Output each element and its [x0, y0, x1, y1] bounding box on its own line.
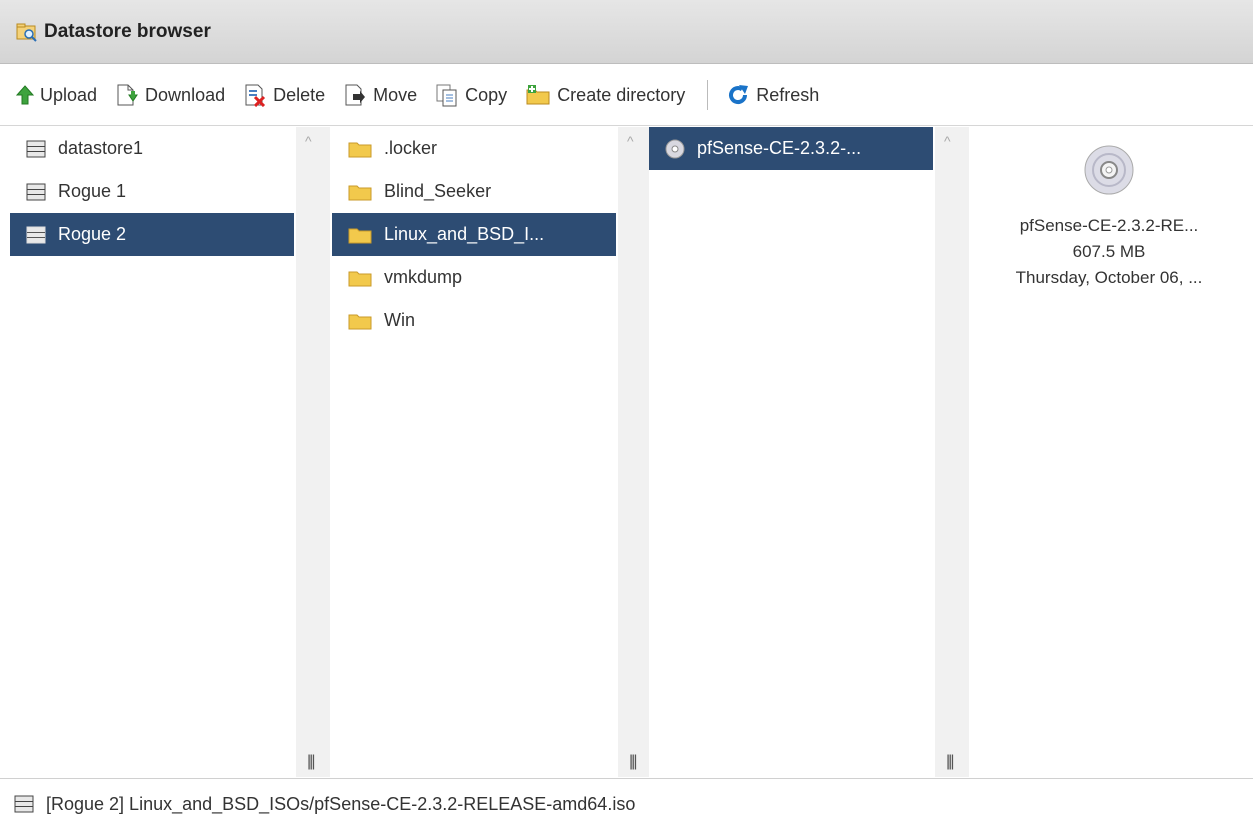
move-icon — [345, 84, 366, 106]
folder-item[interactable]: Win — [332, 299, 616, 342]
folder-item[interactable]: Blind_Seeker — [332, 170, 616, 213]
datastore-item[interactable]: datastore1 — [10, 127, 294, 170]
datastore-browser-icon — [16, 23, 37, 42]
folder-scrollbar[interactable]: ^ ||| — [618, 127, 652, 777]
details-file-name: pfSense-CE-2.3.2-RE... — [1019, 216, 1199, 235]
file-item-selected[interactable]: pfSense-CE-2.3.2-... — [649, 127, 933, 170]
scroll-up-icon[interactable]: ^ — [305, 133, 312, 149]
new-folder-icon — [526, 85, 550, 105]
disc-large-icon — [1084, 145, 1134, 195]
refresh-icon — [729, 85, 749, 105]
download-icon — [117, 84, 138, 106]
upload-button[interactable]: Upload — [16, 85, 97, 106]
details-icon-wrap — [965, 144, 1253, 201]
details-file-size: 607.5 MB — [1072, 242, 1146, 261]
file-scrollbar[interactable]: ^ ||| — [935, 127, 969, 777]
datastore-item-selected[interactable]: Rogue 2 — [10, 213, 294, 256]
scroll-up-icon[interactable]: ^ — [627, 133, 634, 149]
scroll-up-icon[interactable]: ^ — [944, 133, 951, 149]
folder-icon — [348, 314, 372, 329]
folder-label: Linux_and_BSD_I... — [384, 224, 545, 244]
folder-label: Win — [384, 310, 415, 330]
status-bar: [Rogue 2] Linux_and_BSD_ISOs/pfSense-CE-… — [0, 778, 1253, 829]
resize-grip-icon[interactable]: ||| — [629, 753, 638, 771]
datastore-icon — [14, 795, 34, 813]
resize-grip-icon[interactable]: ||| — [946, 753, 955, 771]
details-file-date: Thursday, October 06, ... — [1015, 268, 1203, 287]
folder-item[interactable]: .locker — [332, 127, 616, 170]
toolbar-separator — [707, 80, 709, 110]
datastore-label: Rogue 2 — [58, 224, 127, 244]
resize-grip-icon[interactable]: ||| — [307, 753, 316, 771]
folder-label: Blind_Seeker — [384, 181, 492, 201]
window-title: Datastore browser — [44, 20, 211, 42]
datastore-label: Rogue 1 — [58, 181, 127, 201]
create-directory-label: Create directory — [557, 84, 686, 105]
status-path: [Rogue 2] Linux_and_BSD_ISOs/pfSense-CE-… — [46, 793, 636, 814]
folder-label: vmkdump — [384, 267, 463, 287]
copy-button[interactable]: Copy — [435, 83, 507, 107]
disc-icon — [665, 139, 685, 158]
move-label: Move — [373, 84, 418, 105]
folder-label: .locker — [384, 138, 438, 158]
datastore-icon — [26, 183, 46, 200]
datastore-scrollbar[interactable]: ^ ||| — [296, 127, 330, 777]
folder-list: .locker Blind_Seeker Linux_and_BSD_I... … — [332, 127, 616, 777]
folder-item[interactable]: vmkdump — [332, 256, 616, 299]
datastore-icon — [26, 140, 46, 157]
folder-icon — [348, 228, 372, 243]
create-directory-button[interactable]: Create directory — [525, 84, 685, 106]
folder-icon — [348, 271, 372, 286]
file-label: pfSense-CE-2.3.2-... — [697, 138, 862, 158]
folder-item-selected[interactable]: Linux_and_BSD_I... — [332, 213, 616, 256]
refresh-button[interactable]: Refresh — [726, 83, 819, 107]
move-button[interactable]: Move — [343, 83, 417, 107]
download-button[interactable]: Download — [115, 83, 225, 107]
upload-arrow-icon — [16, 85, 34, 105]
datastore-item[interactable]: Rogue 1 — [10, 170, 294, 213]
upload-label: Upload — [40, 84, 98, 105]
datastore-label: datastore1 — [58, 138, 144, 158]
delete-button[interactable]: Delete — [243, 83, 325, 107]
refresh-label: Refresh — [756, 84, 820, 105]
datastore-icon — [26, 226, 46, 243]
datastore-list: datastore1 Rogue 1 Rogue 2 — [10, 127, 294, 777]
file-details: pfSense-CE-2.3.2-RE... 607.5 MB Thursday… — [965, 127, 1253, 777]
toolbar: Upload Download Delete Move Copy Create … — [0, 65, 1253, 126]
copy-icon — [436, 84, 457, 107]
delete-icon — [245, 84, 266, 107]
copy-label: Copy — [465, 84, 508, 105]
file-list: pfSense-CE-2.3.2-... — [649, 127, 933, 777]
delete-label: Delete — [273, 84, 326, 105]
folder-icon — [348, 185, 372, 200]
download-label: Download — [145, 84, 226, 105]
folder-icon — [348, 142, 372, 157]
title-bar: Datastore browser — [0, 0, 1253, 64]
